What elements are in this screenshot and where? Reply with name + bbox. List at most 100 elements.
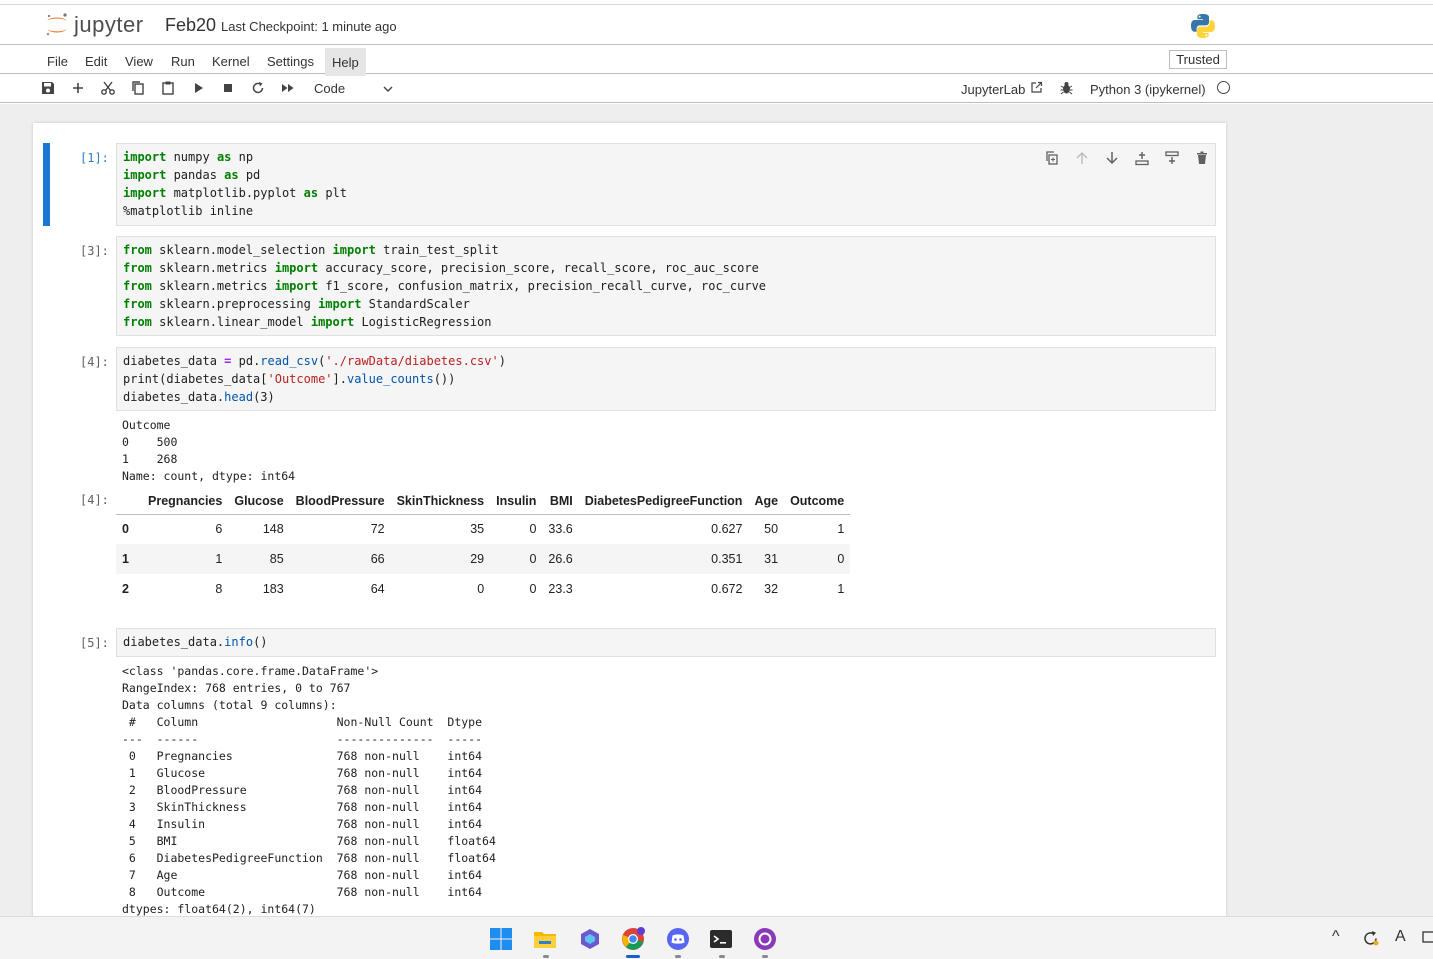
discord-icon[interactable] bbox=[666, 927, 690, 951]
cell-4-prompt: [4]: bbox=[80, 355, 109, 369]
table-cell: 8 bbox=[215, 582, 223, 596]
chevron-down-icon[interactable] bbox=[382, 83, 394, 95]
table-cell: 26.6 bbox=[548, 552, 573, 566]
menu-edit[interactable]: Edit bbox=[85, 54, 107, 69]
notebook-title[interactable]: Feb20 bbox=[165, 15, 216, 36]
jupyter-logo-text: jupyter bbox=[74, 12, 144, 37]
copilot-icon[interactable] bbox=[578, 927, 602, 951]
cell-type-select[interactable]: Code bbox=[314, 81, 345, 96]
running-indicator bbox=[543, 955, 549, 958]
cell-4-input[interactable]: diabetes_data = pd.read_csv('./rawData/d… bbox=[116, 347, 1216, 411]
table-cell: 0.627 bbox=[711, 522, 743, 537]
running-indicator bbox=[719, 955, 725, 958]
table-cell: 6 bbox=[215, 522, 223, 537]
paste-icon[interactable] bbox=[160, 80, 176, 96]
save-icon[interactable] bbox=[40, 80, 56, 96]
duplicate-icon[interactable] bbox=[1044, 150, 1060, 166]
menu-run[interactable]: Run bbox=[171, 54, 195, 69]
cell-3-input[interactable]: from sklearn.model_selection import trai… bbox=[116, 236, 1216, 336]
tray-overflow-chevron-icon[interactable]: ^ bbox=[1332, 928, 1340, 946]
cell-5-stdout: <class 'pandas.core.frame.DataFrame'> Ra… bbox=[122, 664, 496, 916]
table-cell: 31 bbox=[764, 552, 779, 566]
table-header: SkinThickness bbox=[390, 488, 491, 515]
input-language-indicator[interactable]: A bbox=[1395, 928, 1406, 946]
last-checkpoint: Last Checkpoint: 1 minute ago bbox=[221, 19, 397, 34]
table-header: Insulin bbox=[490, 488, 543, 515]
cell-1-prompt: [1]: bbox=[80, 151, 109, 165]
insert-above-icon[interactable] bbox=[1134, 150, 1150, 166]
run-icon[interactable] bbox=[191, 80, 207, 96]
code-line: diabetes_data.head(3) bbox=[123, 390, 275, 404]
table-cell: 35 bbox=[470, 522, 485, 537]
delete-icon[interactable] bbox=[1194, 150, 1210, 166]
code-line: from sklearn.metrics import accuracy_sco… bbox=[123, 261, 759, 275]
table-cell: 23.3 bbox=[548, 582, 573, 596]
insert-below-icon[interactable] bbox=[1164, 150, 1180, 166]
add-icon[interactable] bbox=[70, 80, 86, 96]
debugger-bug-icon[interactable] bbox=[1060, 81, 1073, 95]
sync-icon[interactable] bbox=[1361, 929, 1380, 948]
jupyter-logo-icon bbox=[46, 13, 67, 36]
table-cell: 0 bbox=[529, 582, 537, 596]
move-up-icon[interactable] bbox=[1074, 150, 1090, 166]
table-cell: 1 bbox=[837, 582, 845, 596]
table-row: 0 6 148 72 35 0 33.6 0.627 50 1 bbox=[116, 514, 850, 544]
code-line: import pandas as pd bbox=[123, 168, 261, 182]
cell-5-prompt: [5]: bbox=[80, 636, 109, 650]
cell-4-stdout: Outcome 0 500 1 268 Name: count, dtype: … bbox=[122, 418, 296, 483]
windows-start-icon[interactable] bbox=[489, 927, 513, 951]
move-down-icon[interactable] bbox=[1104, 150, 1120, 166]
table-cell: 0.351 bbox=[711, 552, 743, 566]
terminal-icon[interactable] bbox=[709, 927, 733, 951]
table-header: BMI bbox=[542, 488, 579, 515]
table-cell: 32 bbox=[764, 582, 779, 596]
fast-forward-icon[interactable] bbox=[280, 80, 296, 96]
menu-settings[interactable]: Settings bbox=[267, 54, 314, 69]
github-desktop-icon[interactable] bbox=[753, 927, 777, 951]
external-link-icon bbox=[1031, 81, 1043, 93]
trusted-indicator[interactable]: Trusted bbox=[1169, 50, 1227, 69]
table-header: BloodPressure bbox=[289, 488, 391, 515]
stop-icon[interactable] bbox=[220, 80, 236, 96]
menu-file[interactable]: File bbox=[47, 54, 68, 69]
table-cell: 29 bbox=[470, 552, 485, 566]
file-explorer-icon[interactable] bbox=[533, 927, 557, 951]
kernel-name[interactable]: Python 3 (ipykernel) bbox=[1090, 82, 1206, 97]
notebook-toolbar: Code JupyterLab Python 3 (ipykernel) bbox=[0, 75, 1433, 103]
table-header: Pregnancies bbox=[142, 488, 229, 515]
menu-kernel[interactable]: Kernel bbox=[212, 54, 250, 69]
windows-taskbar: ^ A bbox=[0, 916, 1433, 959]
table-index: 1 bbox=[122, 552, 129, 566]
table-cell: 0 bbox=[529, 522, 537, 537]
copy-icon[interactable] bbox=[130, 80, 146, 96]
open-jupyterlab-link[interactable]: JupyterLab bbox=[961, 82, 1025, 97]
menu-help[interactable]: Help bbox=[325, 48, 366, 76]
table-cell: 1 bbox=[837, 522, 845, 537]
table-cell: 1 bbox=[215, 552, 223, 566]
cell-toolbar bbox=[1044, 150, 1210, 166]
notebook-header: jupyter Feb20 Last Checkpoint: 1 minute … bbox=[0, 5, 1433, 45]
dataframe-table: Pregnancies Glucose BloodPressure SkinTh… bbox=[116, 488, 851, 604]
cut-icon[interactable] bbox=[100, 80, 116, 96]
table-row: 1 1 85 66 29 0 26.6 0.351 31 0 bbox=[116, 544, 851, 574]
python-logo-icon bbox=[1191, 14, 1215, 38]
menu-bar: File Edit View Run Kernel Settings Help … bbox=[0, 46, 1433, 76]
running-indicator bbox=[675, 955, 681, 958]
restart-icon[interactable] bbox=[250, 80, 266, 96]
jupyter-notebook-window: jupyter Feb20 Last Checkpoint: 1 minute … bbox=[0, 0, 1433, 959]
menu-view[interactable]: View bbox=[125, 54, 153, 69]
table-index: 0 bbox=[122, 522, 129, 537]
code-line: from sklearn.metrics import f1_score, co… bbox=[123, 279, 767, 293]
active-app-indicator bbox=[626, 955, 640, 958]
table-cell: 148 bbox=[262, 522, 284, 537]
chat-icon[interactable] bbox=[1422, 931, 1433, 947]
code-line: from sklearn.linear_model import Logisti… bbox=[123, 315, 492, 329]
cell-4-output-prompt: [4]: bbox=[80, 493, 109, 507]
table-cell: 33.6 bbox=[548, 522, 573, 537]
table-row: 2 8 183 64 0 0 23.3 0.672 32 1 bbox=[116, 574, 850, 604]
code-line: diabetes_data.info() bbox=[123, 635, 268, 649]
jupyter-logo[interactable]: jupyter bbox=[44, 11, 154, 39]
code-line: from sklearn.model_selection import trai… bbox=[123, 243, 499, 257]
cell-5-input[interactable]: diabetes_data.info() bbox=[116, 628, 1216, 657]
chrome-icon[interactable] bbox=[621, 927, 645, 951]
